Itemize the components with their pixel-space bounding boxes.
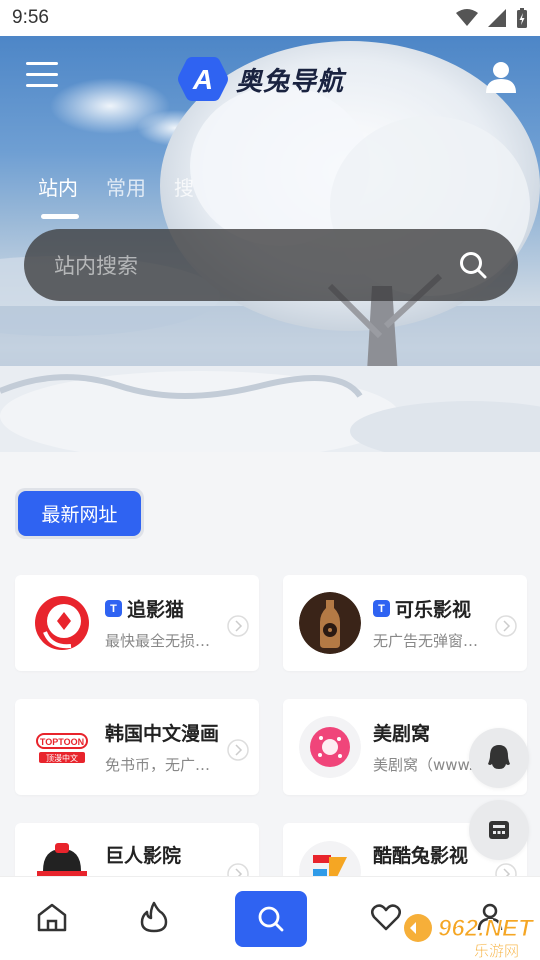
site-title: 可乐影视 [395,599,472,621]
tab-site[interactable]: 站内 [38,172,78,201]
site-title: 酷酷兔影视 [373,845,469,867]
heart-icon [371,904,401,931]
site-title: 巨人影院 [105,845,182,867]
chevron-right-icon [495,863,517,876]
nav-hot[interactable] [134,897,174,937]
latest-sites-label: 最新网址 [18,491,141,536]
search-bar[interactable]: 站内搜索 [24,229,518,301]
wifi-icon [456,9,478,26]
toptoon-logo-text: TOPTOON [40,737,84,747]
verified-badge: T [373,600,390,617]
site-title: 追影猫 [127,599,185,621]
watermark-sub: 乐游网 [474,942,519,960]
app-title: 奥兔导航 [236,66,345,97]
site-title: 韩国中文漫画 [105,723,220,745]
qq-contact-button[interactable] [469,728,529,788]
category-tabs: 站内 常用 搜 [38,172,194,201]
tab-search[interactable]: 搜 [174,172,194,201]
search-icon [258,906,284,932]
juren-logo [31,841,93,876]
watermark-brand: 962.NET [438,915,535,942]
zhuiyingmao-logo [31,592,93,654]
toptoon-logo: TOPTOON 顶漫中文 [31,716,93,778]
site-card[interactable]: T 追影猫 最快最全无损… [15,575,259,671]
meijuwo-logo [299,716,361,778]
active-tab-indicator [41,214,79,219]
nav-search[interactable] [235,891,307,947]
nav-home[interactable] [32,897,72,937]
toptoon-logo-subtext: 顶漫中文 [46,753,78,763]
search-input[interactable]: 站内搜索 [54,250,458,280]
search-icon[interactable] [458,250,488,280]
kukutu-logo [299,841,361,876]
tab-common[interactable]: 常用 [106,172,146,201]
user-profile-icon[interactable] [484,60,518,94]
site-card[interactable]: T 可乐影视 无广告无弹窗… [283,575,527,671]
hero-banner: A 奥兔导航 站内 常用 搜 站内搜索 [0,36,540,452]
site-description: 无广告无弹窗… [373,632,479,650]
calculator-button[interactable] [469,800,529,860]
app-logo-letter: A [192,64,213,95]
home-icon [37,903,67,932]
status-icons [456,8,528,28]
app-brand: A 奥兔导航 [178,54,344,104]
signal-icon [488,9,506,27]
qq-penguin-icon [488,745,510,769]
verified-badge: T [105,600,122,617]
site-card[interactable]: 巨人影院 [15,823,259,876]
chevron-right-icon [227,615,249,637]
chevron-right-icon [495,615,517,637]
site-description: 最快最全无损… [105,632,211,650]
site-card[interactable]: TOPTOON 顶漫中文 韩国中文漫画 免书币，无广… [15,699,259,795]
fire-icon [140,901,168,933]
watermark-logo: 962.NET 乐游网 [404,914,536,960]
calculator-icon [489,821,509,839]
site-description: 免书币，无广… [105,756,211,774]
app-logo: A [178,57,228,101]
chevron-right-icon [227,863,249,876]
cola-bottle-logo [299,592,361,654]
site-title: 美剧窝 [373,723,431,745]
status-time: 9:56 [12,7,49,28]
latest-sites-chip[interactable]: 最新网址 [15,488,144,539]
status-bar: 9:56 [0,0,540,36]
content-area: 最新网址 T 追影猫 最快最全无损… T 可乐影视 无广告无弹窗… TOPTOO… [0,452,540,876]
menu-icon[interactable] [26,62,58,90]
battery-icon [517,8,527,28]
chevron-right-icon [227,739,249,761]
